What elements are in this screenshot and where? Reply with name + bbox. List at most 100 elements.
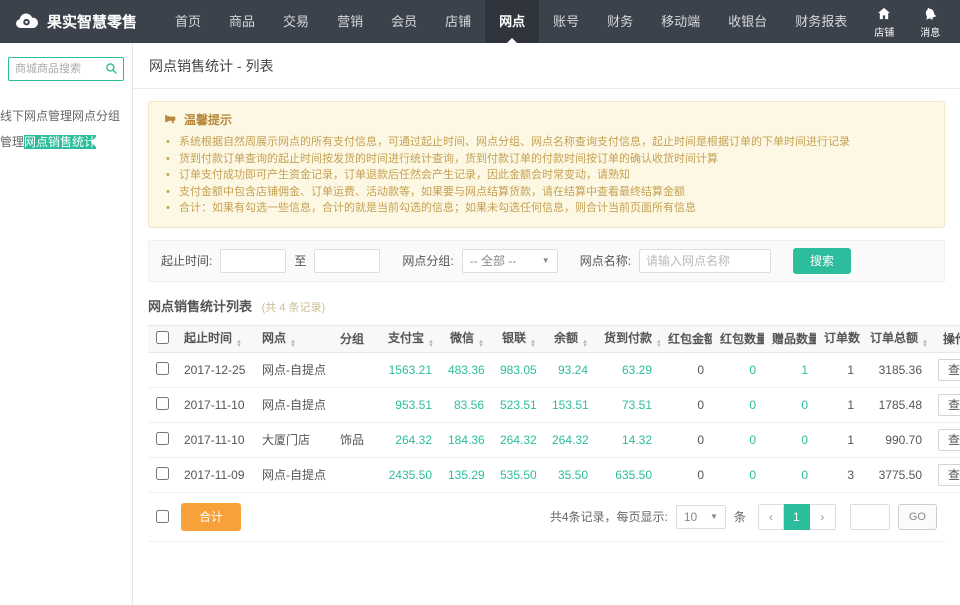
col-header-cod[interactable]: 货到付款▲▼ <box>596 325 660 352</box>
navbar-right: 店铺 消息 清缓存 <box>861 0 960 43</box>
sort-icon[interactable]: ▲▼ <box>530 340 536 348</box>
header-checkbox[interactable] <box>156 331 169 344</box>
cell-cod: 63.29 <box>596 352 660 387</box>
nav-item-store[interactable]: 店铺 <box>431 0 485 43</box>
col-header-label: 起止时间 <box>184 331 232 345</box>
cell-balance: 264.32 <box>544 422 596 457</box>
cell-date: 2017-11-10 <box>176 387 254 422</box>
nav-item-finance[interactable]: 财务 <box>593 0 647 43</box>
cell-order_total: 990.70 <box>862 422 930 457</box>
nav-item-goods[interactable]: 商品 <box>215 0 269 43</box>
sidebar-item-outlet-sales-statistics[interactable]: 网点销售统计 <box>24 135 96 149</box>
search-icon[interactable] <box>105 62 118 75</box>
clear-cache-shortcut[interactable]: 清缓存 <box>953 4 960 39</box>
view-button[interactable]: 查看 <box>938 359 960 381</box>
col-header-wechat[interactable]: 微信 ▲▼ <box>440 325 492 352</box>
store-shortcut[interactable]: 店铺 <box>861 4 907 39</box>
nav-item-member[interactable]: 会员 <box>377 0 431 43</box>
cell-outlet: 大厦门店 <box>254 422 332 457</box>
outlet-group-select[interactable]: -- 全部 -- ▼ <box>462 249 558 273</box>
nav-item-cashier[interactable]: 收银台 <box>714 0 781 43</box>
nav-item-account[interactable]: 账号 <box>539 0 593 43</box>
cell-unionpay: 535.50 <box>492 457 544 492</box>
col-header-order_total[interactable]: 订单总额 ▲▼ <box>862 325 930 352</box>
cell-wechat: 83.56 <box>440 387 492 422</box>
sort-icon[interactable]: ▲▼ <box>478 340 484 348</box>
cell-redpacket_count: 0 <box>712 352 764 387</box>
per-page-select[interactable]: 10 ▼ <box>676 505 726 529</box>
sort-icon[interactable]: ▲▼ <box>656 340 660 348</box>
row-checkbox[interactable] <box>156 397 169 410</box>
cell-outlet: 网点-自提点 <box>254 457 332 492</box>
start-date-input[interactable] <box>220 249 286 273</box>
search-button[interactable]: 搜索 <box>793 248 851 274</box>
notice-box: 温馨提示 系统根据自然周展示网点的所有支付信息，可通过起止时间、网点分组、网点名… <box>148 101 945 228</box>
cell-alipay: 264.32 <box>380 422 440 457</box>
row-checkbox[interactable] <box>156 432 169 445</box>
cell-gift_count: 0 <box>764 422 816 457</box>
sort-icon[interactable]: ▲▼ <box>922 340 928 348</box>
cell-unionpay: 523.51 <box>492 387 544 422</box>
cell-unionpay: 983.05 <box>492 352 544 387</box>
sort-icon[interactable]: ▲▼ <box>582 340 588 348</box>
col-header-label: 订单总额 <box>870 331 918 345</box>
row-checkbox[interactable] <box>156 467 169 480</box>
goto-page-input[interactable] <box>850 504 890 530</box>
col-header-unionpay[interactable]: 银联▲▼ <box>492 325 544 352</box>
notice-list: 系统根据自然周展示网点的所有支付信息，可通过起止时间、网点分组、网点名称查询支付… <box>163 134 930 217</box>
nav-item-finance-report[interactable]: 财务报表 <box>781 0 861 43</box>
col-header-alipay[interactable]: 支付宝▲▼ <box>380 325 440 352</box>
sort-icon[interactable]: ▲▼ <box>236 340 242 348</box>
cell-date: 2017-12-25 <box>176 352 254 387</box>
pagination: 共4条记录，每页显示: 10 ▼ 条 ‹ 1 › GO <box>550 504 937 530</box>
view-button[interactable]: 查看 <box>938 429 960 451</box>
view-button[interactable]: 查看 <box>938 464 960 486</box>
cell-cod: 73.51 <box>596 387 660 422</box>
next-page-button[interactable]: › <box>810 504 836 530</box>
sidebar-menu: 线下网点管理网点分组管理网点销售统计 <box>0 103 132 155</box>
col-header-order_count[interactable]: 订单数▲▼ <box>816 325 862 352</box>
sidebar-item-offline-outlet-management[interactable]: 线下网点管理 <box>0 109 72 123</box>
cell-alipay: 953.51 <box>380 387 440 422</box>
cell-alipay: 1563.21 <box>380 352 440 387</box>
outlet-group-label: 网点分组: <box>402 252 453 269</box>
cell-redpacket_amount: 0 <box>660 387 712 422</box>
cell-outlet: 网点-自提点 <box>254 352 332 387</box>
total-button[interactable]: 合计 <box>181 503 241 531</box>
sidebar: 线下网点管理网点分组管理网点销售统计 <box>0 43 133 605</box>
chevron-down-icon: ▼ <box>710 512 718 521</box>
go-button[interactable]: GO <box>898 504 937 530</box>
nav-item-home[interactable]: 首页 <box>161 0 215 43</box>
cell-action: 查看 <box>930 422 960 457</box>
app-window: 果实智慧零售 首页商品交易营销会员店铺网点账号财务移动端收银台财务报表 店铺 消… <box>0 0 960 605</box>
table-title: 网点销售统计列表 (共 4 条记录) <box>148 296 945 315</box>
end-date-input[interactable] <box>314 249 380 273</box>
cell-wechat: 135.29 <box>440 457 492 492</box>
notice-title-text: 温馨提示 <box>184 111 232 128</box>
col-header-action: 操作 <box>930 325 960 352</box>
row-checkbox[interactable] <box>156 362 169 375</box>
nav-item-mobile[interactable]: 移动端 <box>647 0 714 43</box>
nav-item-trade[interactable]: 交易 <box>269 0 323 43</box>
nav-item-marketing[interactable]: 营销 <box>323 0 377 43</box>
col-header-gift_count: 赠品数量 <box>764 325 816 352</box>
sort-icon[interactable]: ▲▼ <box>290 340 296 348</box>
brand[interactable]: 果实智慧零售 <box>0 0 161 43</box>
record-count: (共 4 条记录) <box>262 302 326 314</box>
message-shortcut[interactable]: 消息 <box>907 4 953 39</box>
page-1-button[interactable]: 1 <box>784 504 810 530</box>
select-all-checkbox[interactable] <box>156 510 169 523</box>
nav-item-outlet[interactable]: 网点 <box>485 0 539 43</box>
prev-page-button[interactable]: ‹ <box>758 504 784 530</box>
cell-group: 饰品 <box>332 422 380 457</box>
table-row: 2017-12-25网点-自提点1563.21483.36983.0593.24… <box>148 352 960 387</box>
view-button[interactable]: 查看 <box>938 394 960 416</box>
col-header-balance[interactable]: 余额▲▼ <box>544 325 596 352</box>
outlet-name-input[interactable] <box>639 249 771 273</box>
col-header-date[interactable]: 起止时间 ▲▼ <box>176 325 254 352</box>
nav-menu: 首页商品交易营销会员店铺网点账号财务移动端收银台财务报表 <box>161 0 861 43</box>
col-header-group: 分组 <box>332 325 380 352</box>
col-header-label: 微信 <box>450 331 474 345</box>
col-header-outlet[interactable]: 网点▲▼ <box>254 325 332 352</box>
sort-icon[interactable]: ▲▼ <box>428 340 434 348</box>
